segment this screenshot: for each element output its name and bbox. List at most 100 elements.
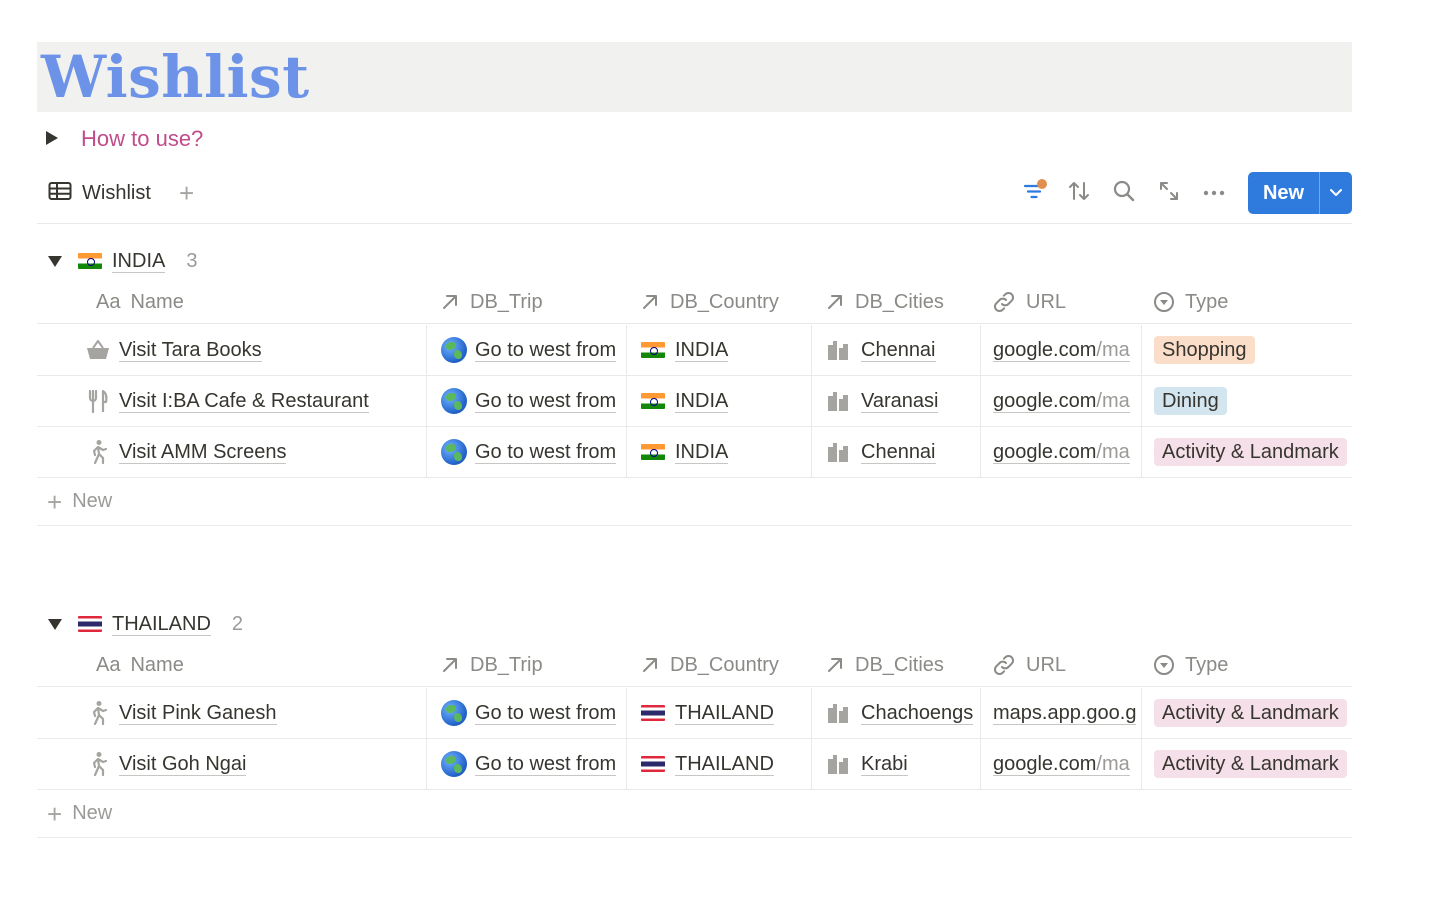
cell-trip[interactable]: Go to west from <box>426 739 626 789</box>
globe-icon <box>441 337 467 363</box>
collapse-triangle-icon[interactable] <box>48 255 62 267</box>
url-link[interactable]: google.com/ma <box>993 390 1130 413</box>
filter-button[interactable] <box>1011 172 1056 214</box>
relation-arrow-icon <box>440 655 460 675</box>
url-link[interactable]: google.com/ma <box>993 441 1130 464</box>
cell-type[interactable]: Shopping <box>1141 325 1352 375</box>
cell-name[interactable]: Visit AMM Screens <box>85 427 426 477</box>
collapse-triangle-icon[interactable] <box>48 618 62 630</box>
thailand-flag-icon <box>641 756 665 772</box>
column-header-type[interactable]: Type <box>1153 280 1228 324</box>
cell-name[interactable]: Visit Tara Books <box>85 325 426 375</box>
text-type-icon: Aa <box>96 291 120 314</box>
sort-button[interactable] <box>1056 172 1101 214</box>
type-tag: Activity & Landmark <box>1154 750 1347 778</box>
group-header[interactable]: THAILAND 2 <box>37 608 243 640</box>
cell-trip[interactable]: Go to west from <box>426 427 626 477</box>
city-link[interactable]: Chennai <box>861 441 936 464</box>
cell-country[interactable]: THAILAND <box>626 688 811 738</box>
city-link[interactable]: Varanasi <box>861 390 939 413</box>
cell-city[interactable]: Krabi <box>811 739 980 789</box>
cell-name[interactable]: Visit Pink Ganesh <box>85 688 426 738</box>
country-link[interactable]: INDIA <box>675 390 729 413</box>
column-header-cities[interactable]: DB_Cities <box>825 280 944 324</box>
city-link[interactable]: Krabi <box>861 753 908 776</box>
column-header-cities[interactable]: DB_Cities <box>825 643 944 687</box>
trip-link[interactable]: Go to west from <box>475 339 617 362</box>
more-options-button[interactable] <box>1191 172 1236 214</box>
column-header-trip[interactable]: DB_Trip <box>440 643 543 687</box>
row-name[interactable]: Visit I:BA Cafe & Restaurant <box>119 390 369 413</box>
country-link[interactable]: THAILAND <box>675 753 774 776</box>
column-header-country[interactable]: DB_Country <box>640 280 779 324</box>
cell-city[interactable]: Varanasi <box>811 376 980 426</box>
cell-type[interactable]: Activity & Landmark <box>1141 688 1352 738</box>
search-button[interactable] <box>1101 172 1146 214</box>
cell-city[interactable]: Chachoengs <box>811 688 980 738</box>
page-title[interactable]: Wishlist <box>41 42 309 112</box>
india-flag-icon <box>641 444 665 460</box>
column-header-label: Name <box>130 290 184 313</box>
city-link[interactable]: Chennai <box>861 339 936 362</box>
cell-name[interactable]: Visit Goh Ngai <box>85 739 426 789</box>
add-row-button[interactable]: + New <box>37 478 1352 526</box>
url-link[interactable]: maps.app.goo.g <box>993 702 1137 725</box>
column-header-url[interactable]: URL <box>992 643 1066 687</box>
cell-city[interactable]: Chennai <box>811 427 980 477</box>
view-tab-wishlist[interactable]: Wishlist <box>48 178 151 208</box>
expand-button[interactable] <box>1146 172 1191 214</box>
url-path: /ma <box>1096 440 1130 463</box>
trip-link[interactable]: Go to west from <box>475 702 617 725</box>
column-header-name[interactable]: Aa Name <box>96 643 184 687</box>
cell-country[interactable]: INDIA <box>626 376 811 426</box>
country-link[interactable]: THAILAND <box>675 702 774 725</box>
cell-name[interactable]: Visit I:BA Cafe & Restaurant <box>85 376 426 426</box>
cell-url[interactable]: google.com/ma <box>980 376 1141 426</box>
cell-country[interactable]: INDIA <box>626 325 811 375</box>
row-name[interactable]: Visit Pink Ganesh <box>119 702 277 725</box>
cell-trip[interactable]: Go to west from <box>426 325 626 375</box>
new-button[interactable]: New <box>1248 172 1352 214</box>
country-link[interactable]: INDIA <box>675 441 729 464</box>
group-header[interactable]: INDIA 3 <box>37 245 197 277</box>
add-row-button[interactable]: + New <box>37 790 1352 838</box>
group-count: 3 <box>186 249 198 272</box>
url-link[interactable]: google.com/ma <box>993 339 1130 362</box>
cell-type[interactable]: Activity & Landmark <box>1141 739 1352 789</box>
cell-trip[interactable]: Go to west from <box>426 688 626 738</box>
column-header-name[interactable]: Aa Name <box>96 280 184 324</box>
text-type-label: Aa <box>96 653 121 676</box>
cell-type[interactable]: Dining <box>1141 376 1352 426</box>
cell-country[interactable]: THAILAND <box>626 739 811 789</box>
row-name[interactable]: Visit AMM Screens <box>119 441 287 464</box>
new-button-label[interactable]: New <box>1248 172 1319 214</box>
toggle-triangle-icon[interactable] <box>46 131 58 145</box>
how-to-use-toggle[interactable]: How to use? <box>46 124 203 154</box>
cell-trip[interactable]: Go to west from <box>426 376 626 426</box>
cell-url[interactable]: maps.app.goo.g <box>980 688 1141 738</box>
column-header-trip[interactable]: DB_Trip <box>440 280 543 324</box>
city-buildings-icon <box>826 441 850 463</box>
row-name[interactable]: Visit Tara Books <box>119 339 262 362</box>
city-link[interactable]: Chachoengs <box>861 702 974 725</box>
relation-arrow-icon <box>825 292 845 312</box>
group-name[interactable]: THAILAND <box>112 613 211 636</box>
column-header-type[interactable]: Type <box>1153 643 1228 687</box>
trip-link[interactable]: Go to west from <box>475 390 617 413</box>
cell-url[interactable]: google.com/ma <box>980 739 1141 789</box>
cell-url[interactable]: google.com/ma <box>980 325 1141 375</box>
cell-type[interactable]: Activity & Landmark <box>1141 427 1352 477</box>
trip-link[interactable]: Go to west from <box>475 753 617 776</box>
country-link[interactable]: INDIA <box>675 339 729 362</box>
new-button-dropdown[interactable] <box>1319 172 1352 214</box>
trip-link[interactable]: Go to west from <box>475 441 617 464</box>
cell-city[interactable]: Chennai <box>811 325 980 375</box>
column-header-url[interactable]: URL <box>992 280 1066 324</box>
add-view-button[interactable]: + <box>179 178 194 208</box>
url-link[interactable]: google.com/ma <box>993 753 1130 776</box>
row-name[interactable]: Visit Goh Ngai <box>119 753 247 776</box>
cell-url[interactable]: google.com/ma <box>980 427 1141 477</box>
group-name[interactable]: INDIA <box>112 250 166 273</box>
cell-country[interactable]: INDIA <box>626 427 811 477</box>
column-header-country[interactable]: DB_Country <box>640 643 779 687</box>
